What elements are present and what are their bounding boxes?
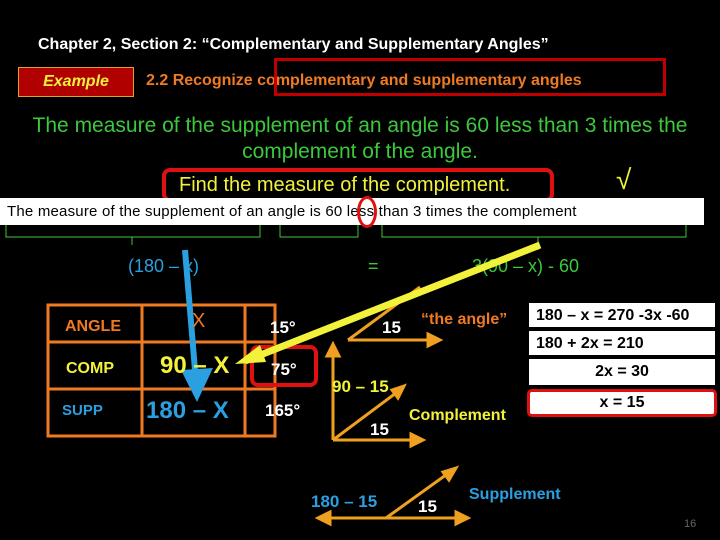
supp-label: Supplement: [469, 486, 561, 503]
supp-expr: 180 – 15: [311, 492, 378, 511]
angle-value: 15: [382, 318, 401, 337]
row-expr-supp: 180 – X: [146, 397, 229, 424]
row-value-supp: 165°: [265, 401, 301, 420]
page-number: 16: [684, 518, 697, 530]
row-expr-comp: 90 – X: [160, 352, 230, 379]
comp-label: Complement: [409, 407, 506, 424]
row-label-supp: SUPP: [62, 402, 103, 419]
solution-answer: x = 15: [527, 389, 717, 417]
slide: Chapter 2, Section 2: “Complementary and…: [0, 0, 720, 540]
comp-value: 15: [370, 420, 389, 439]
angle-label: “the angle”: [421, 311, 508, 328]
braces: [5, 225, 687, 250]
solution-step-1: 180 – x = 270 -3x -60: [529, 303, 715, 329]
solution-step-3: 2x = 30: [529, 359, 715, 387]
drawing-layer: [5, 225, 687, 527]
row-value-angle: 15°: [270, 318, 296, 337]
yellow-arrow: [235, 241, 542, 365]
row-value-comp: 75°: [271, 360, 297, 379]
solution-step-2: 180 + 2x = 210: [529, 331, 715, 357]
supp-value: 15: [418, 497, 437, 516]
row-expr-angle: X: [192, 310, 206, 332]
row-label-angle: ANGLE: [65, 318, 121, 335]
row-label-comp: COMP: [66, 360, 114, 377]
comp-expr: 90 – 15: [332, 377, 389, 396]
